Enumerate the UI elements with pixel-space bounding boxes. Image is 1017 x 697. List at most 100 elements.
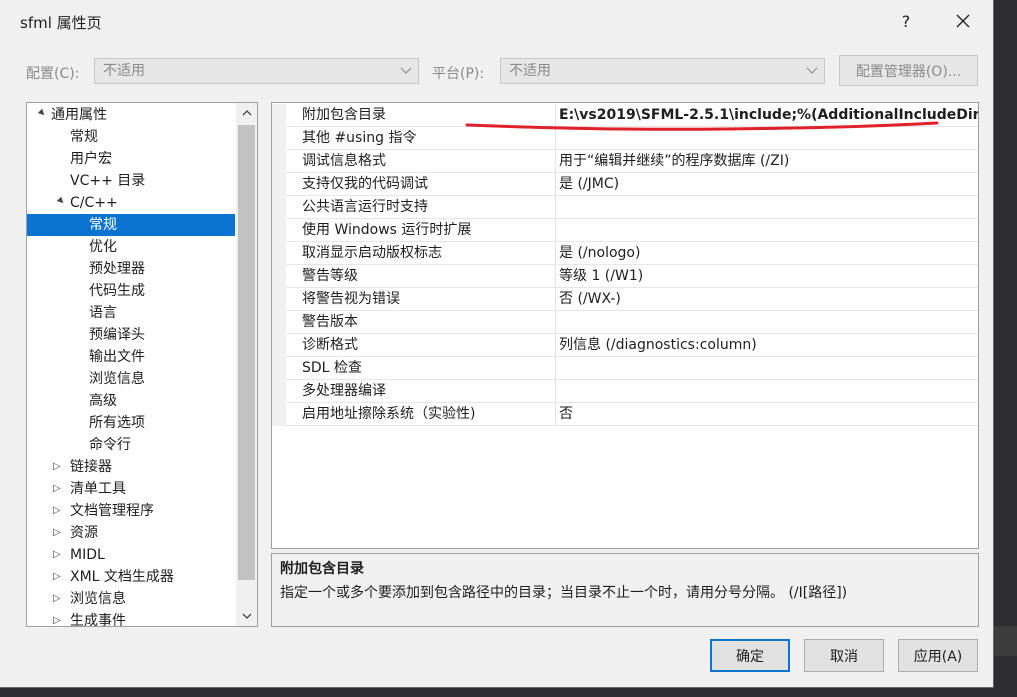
property-value[interactable]: 等级 1 (/W1) <box>559 265 643 288</box>
property-row[interactable]: 支持仅我的代码调试 是 (/JMC) <box>272 173 978 196</box>
description-title: 附加包含目录 <box>280 561 364 577</box>
collapsed-arrow-icon[interactable]: ▷ <box>53 544 65 566</box>
property-row[interactable]: 警告等级 等级 1 (/W1) <box>272 265 978 288</box>
property-row[interactable]: 附加包含目录 E:\vs2019\SFML-2.5.1\include;%(Add… <box>272 104 978 127</box>
column-divider <box>555 242 556 265</box>
collapsed-arrow-icon[interactable]: ▷ <box>53 478 65 500</box>
cancel-button[interactable]: 取消 <box>804 639 884 672</box>
tree-item[interactable]: ▷ 资源 <box>27 522 235 544</box>
platform-dropdown[interactable]: 不适用 <box>500 58 825 84</box>
tree-item[interactable]: 常规 <box>27 214 235 236</box>
expanded-arrow-icon[interactable]: ▲ <box>28 103 52 127</box>
property-row[interactable]: 公共语言运行时支持 <box>272 196 978 219</box>
property-row[interactable]: 使用 Windows 运行时扩展 <box>272 219 978 242</box>
tree-item[interactable]: ▷ 清单工具 <box>27 478 235 500</box>
property-row[interactable]: 诊断格式 列信息 (/diagnostics:column) <box>272 334 978 357</box>
config-dropdown[interactable]: 不适用 <box>94 58 419 84</box>
tree-item[interactable]: 优化 <box>27 236 235 258</box>
tree-item[interactable]: ▷ 文档管理程序 <box>27 500 235 522</box>
window-title: sfml 属性页 <box>20 14 102 32</box>
row-gutter <box>272 380 286 403</box>
row-gutter <box>272 242 286 265</box>
property-row[interactable]: 启用地址擦除系统（实验性) 否 <box>272 403 978 426</box>
tree-item[interactable]: ▲ C/C++ <box>27 192 235 214</box>
tree-item[interactable]: 高级 <box>27 390 235 412</box>
tree-item-label: 预处理器 <box>89 261 145 277</box>
property-row[interactable]: 其他 #using 指令 <box>272 127 978 150</box>
row-gutter <box>272 265 286 288</box>
property-tree: ▲ 通用属性 常规 用户宏 VC++ 目录 ▲ C/C++ 常规 优化 预处理器 代码生成 语言 预编译… <box>26 102 258 627</box>
column-divider <box>555 403 556 426</box>
property-value[interactable]: 否 <box>559 403 573 426</box>
tree-item[interactable]: 所有选项 <box>27 412 235 434</box>
property-name: 支持仅我的代码调试 <box>302 176 428 192</box>
property-row[interactable]: 取消显示启动版权标志 是 (/nologo) <box>272 242 978 265</box>
collapsed-arrow-icon[interactable]: ▷ <box>53 610 65 626</box>
tree-item[interactable]: 代码生成 <box>27 280 235 302</box>
property-name: 附加包含目录 <box>302 107 386 123</box>
property-value[interactable]: 是 (/nologo) <box>559 242 640 265</box>
expanded-arrow-icon[interactable]: ▲ <box>47 191 71 215</box>
tree-item-label: 所有选项 <box>89 415 145 431</box>
column-divider <box>555 311 556 334</box>
property-value[interactable]: 用于“编辑并继续”的程序数据库 (/ZI) <box>559 150 789 173</box>
scroll-thumb[interactable] <box>238 125 255 580</box>
tree-item[interactable]: ▷ 浏览信息 <box>27 588 235 610</box>
property-value[interactable]: 列信息 (/diagnostics:column) <box>559 334 757 357</box>
ok-button[interactable]: 确定 <box>710 639 790 672</box>
scroll-up-icon[interactable] <box>236 103 257 123</box>
property-row[interactable]: 将警告视为错误 否 (/WX-) <box>272 288 978 311</box>
tree-item[interactable]: 常规 <box>27 126 235 148</box>
collapsed-arrow-icon[interactable]: ▷ <box>53 588 65 610</box>
property-name: 公共语言运行时支持 <box>302 199 428 215</box>
tree-item[interactable]: VC++ 目录 <box>27 170 235 192</box>
tree-item[interactable]: 预处理器 <box>27 258 235 280</box>
tree-item[interactable]: 输出文件 <box>27 346 235 368</box>
tree-item[interactable]: ▷ XML 文档生成器 <box>27 566 235 588</box>
config-label: 配置(C): <box>26 66 80 82</box>
tree-item[interactable]: 命令行 <box>27 434 235 456</box>
property-row[interactable]: 警告版本 <box>272 311 978 334</box>
collapsed-arrow-icon[interactable]: ▷ <box>53 522 65 544</box>
apply-button[interactable]: 应用(A) <box>898 639 978 672</box>
tree-item[interactable]: ▷ MIDL <box>27 544 235 566</box>
tree-item[interactable]: ▷ 生成事件 <box>27 610 235 626</box>
property-name: 警告等级 <box>302 268 358 284</box>
column-divider <box>555 173 556 196</box>
tree-item[interactable]: 预编译头 <box>27 324 235 346</box>
close-button[interactable] <box>948 6 978 36</box>
tree-item-label: 输出文件 <box>89 349 145 365</box>
help-button[interactable]: ? <box>892 6 920 36</box>
column-divider <box>555 334 556 357</box>
column-divider <box>555 127 556 150</box>
tree-item-label: VC++ 目录 <box>70 173 146 189</box>
property-value[interactable]: 是 (/JMC) <box>559 173 619 196</box>
collapsed-arrow-icon[interactable]: ▷ <box>53 566 65 588</box>
tree-scrollbar[interactable] <box>236 103 257 626</box>
tree-item-label: XML 文档生成器 <box>70 569 174 585</box>
tree-item-label: 浏览信息 <box>70 591 126 607</box>
property-name: 启用地址擦除系统（实验性) <box>302 406 476 422</box>
property-row[interactable]: 多处理器编译 <box>272 380 978 403</box>
config-manager-button[interactable]: 配置管理器(O)... <box>839 55 978 86</box>
tree-item[interactable]: 用户宏 <box>27 148 235 170</box>
tree-item-label: 链接器 <box>70 459 112 475</box>
tree-item[interactable]: ▲ 通用属性 <box>27 104 235 126</box>
tree-item-label: 文档管理程序 <box>70 503 154 519</box>
tree-item[interactable]: 语言 <box>27 302 235 324</box>
property-value[interactable]: E:\vs2019\SFML-2.5.1\include;%(Additiona… <box>559 104 978 127</box>
tree-item-label: C/C++ <box>70 195 118 211</box>
property-name: 取消显示启动版权标志 <box>302 245 442 261</box>
scroll-down-icon[interactable] <box>236 606 257 626</box>
column-divider <box>555 150 556 173</box>
tree-item[interactable]: ▷ 链接器 <box>27 456 235 478</box>
row-gutter <box>272 288 286 311</box>
collapsed-arrow-icon[interactable]: ▷ <box>53 500 65 522</box>
property-value[interactable]: 否 (/WX-) <box>559 288 621 311</box>
collapsed-arrow-icon[interactable]: ▷ <box>53 456 65 478</box>
property-row[interactable]: SDL 检查 <box>272 357 978 380</box>
property-row[interactable]: 调试信息格式 用于“编辑并继续”的程序数据库 (/ZI) <box>272 150 978 173</box>
column-divider <box>555 288 556 311</box>
tree-item[interactable]: 浏览信息 <box>27 368 235 390</box>
tree-item-label: 通用属性 <box>51 107 107 123</box>
